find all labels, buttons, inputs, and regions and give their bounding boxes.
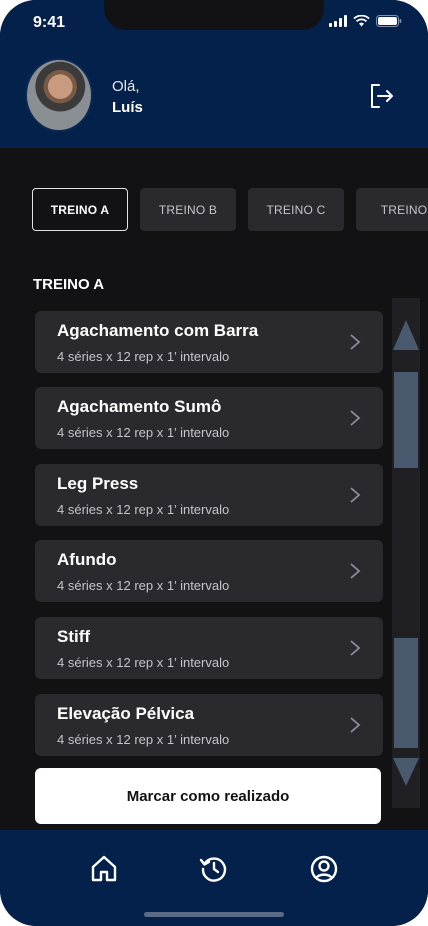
exercise-details: 4 séries x 12 rep x 1’ intervalo: [57, 578, 230, 593]
logout-icon[interactable]: [368, 83, 396, 109]
exercise-details: 4 séries x 12 rep x 1’ intervalo: [57, 732, 230, 747]
user-circle-icon[interactable]: [309, 854, 339, 884]
signal-icon: [329, 15, 347, 27]
exercise-name: Leg Press: [57, 474, 139, 493]
exercise-details: 4 séries x 12 rep x 1’ intervalo: [57, 655, 230, 670]
home-icon[interactable]: [89, 854, 119, 884]
exercise-name: Afundo: [57, 550, 117, 569]
exercise-details: 4 séries x 12 rep x 1’ intervalo: [57, 425, 230, 440]
scrollbar-segment: [394, 372, 418, 468]
chevron-right-icon: [350, 334, 361, 350]
exercise-details: 4 séries x 12 rep x 1’ intervalo: [57, 502, 230, 517]
exercise-card[interactable]: Leg Press 4 séries x 12 rep x 1’ interva…: [35, 464, 383, 526]
chevron-right-icon: [350, 410, 361, 426]
home-indicator: [144, 912, 284, 917]
exercise-card[interactable]: Agachamento com Barra 4 séries x 12 rep …: [35, 311, 383, 373]
history-icon[interactable]: [199, 854, 229, 884]
exercise-name: Agachamento com Barra: [57, 321, 259, 340]
status-icons: [329, 15, 402, 27]
workout-tabs: TREINO A TREINO B TREINO C TREINO: [32, 188, 428, 231]
bottom-nav: [0, 830, 428, 926]
scrollbar-thumb[interactable]: [394, 638, 418, 748]
tab-treino-c[interactable]: TREINO C: [248, 188, 344, 231]
tab-treino-b[interactable]: TREINO B: [140, 188, 236, 231]
device-notch: [104, 0, 324, 30]
avatar[interactable]: [25, 58, 93, 132]
tab-treino-a[interactable]: TREINO A: [32, 188, 128, 231]
mark-done-button[interactable]: Marcar como realizado: [35, 768, 381, 824]
battery-icon: [376, 15, 402, 27]
scroll-down-arrow[interactable]: [393, 758, 419, 786]
chevron-right-icon: [350, 717, 361, 733]
exercise-card[interactable]: Elevação Pélvica 4 séries x 12 rep x 1’ …: [35, 694, 383, 756]
exercise-details: 4 séries x 12 rep x 1’ intervalo: [57, 349, 230, 364]
exercise-name: Stiff: [57, 627, 91, 646]
exercise-name: Elevação Pélvica: [57, 704, 195, 723]
chevron-right-icon: [350, 640, 361, 656]
status-time: 9:41: [33, 14, 66, 31]
exercise-card[interactable]: Agachamento Sumô 4 séries x 12 rep x 1’ …: [35, 387, 383, 449]
exercise-card[interactable]: Stiff 4 séries x 12 rep x 1’ intervalo: [35, 617, 383, 679]
chevron-right-icon: [350, 487, 361, 503]
greeting: Olá,: [112, 78, 140, 95]
tab-treino-d[interactable]: TREINO: [356, 188, 428, 231]
exercise-card[interactable]: Afundo 4 séries x 12 rep x 1’ intervalo: [35, 540, 383, 602]
user-name: Luís: [112, 99, 143, 116]
scrollbar[interactable]: [392, 298, 420, 808]
chevron-right-icon: [350, 563, 361, 579]
wifi-icon: [353, 15, 370, 27]
exercise-name: Agachamento Sumô: [57, 397, 222, 416]
section-title: TREINO A: [33, 276, 105, 293]
header: 9:41 Olá, Luís: [0, 0, 428, 148]
app-screen: 9:41 Olá, Luís TREINO A TREINO B TREINO …: [0, 0, 428, 926]
scroll-up-arrow[interactable]: [393, 320, 419, 350]
